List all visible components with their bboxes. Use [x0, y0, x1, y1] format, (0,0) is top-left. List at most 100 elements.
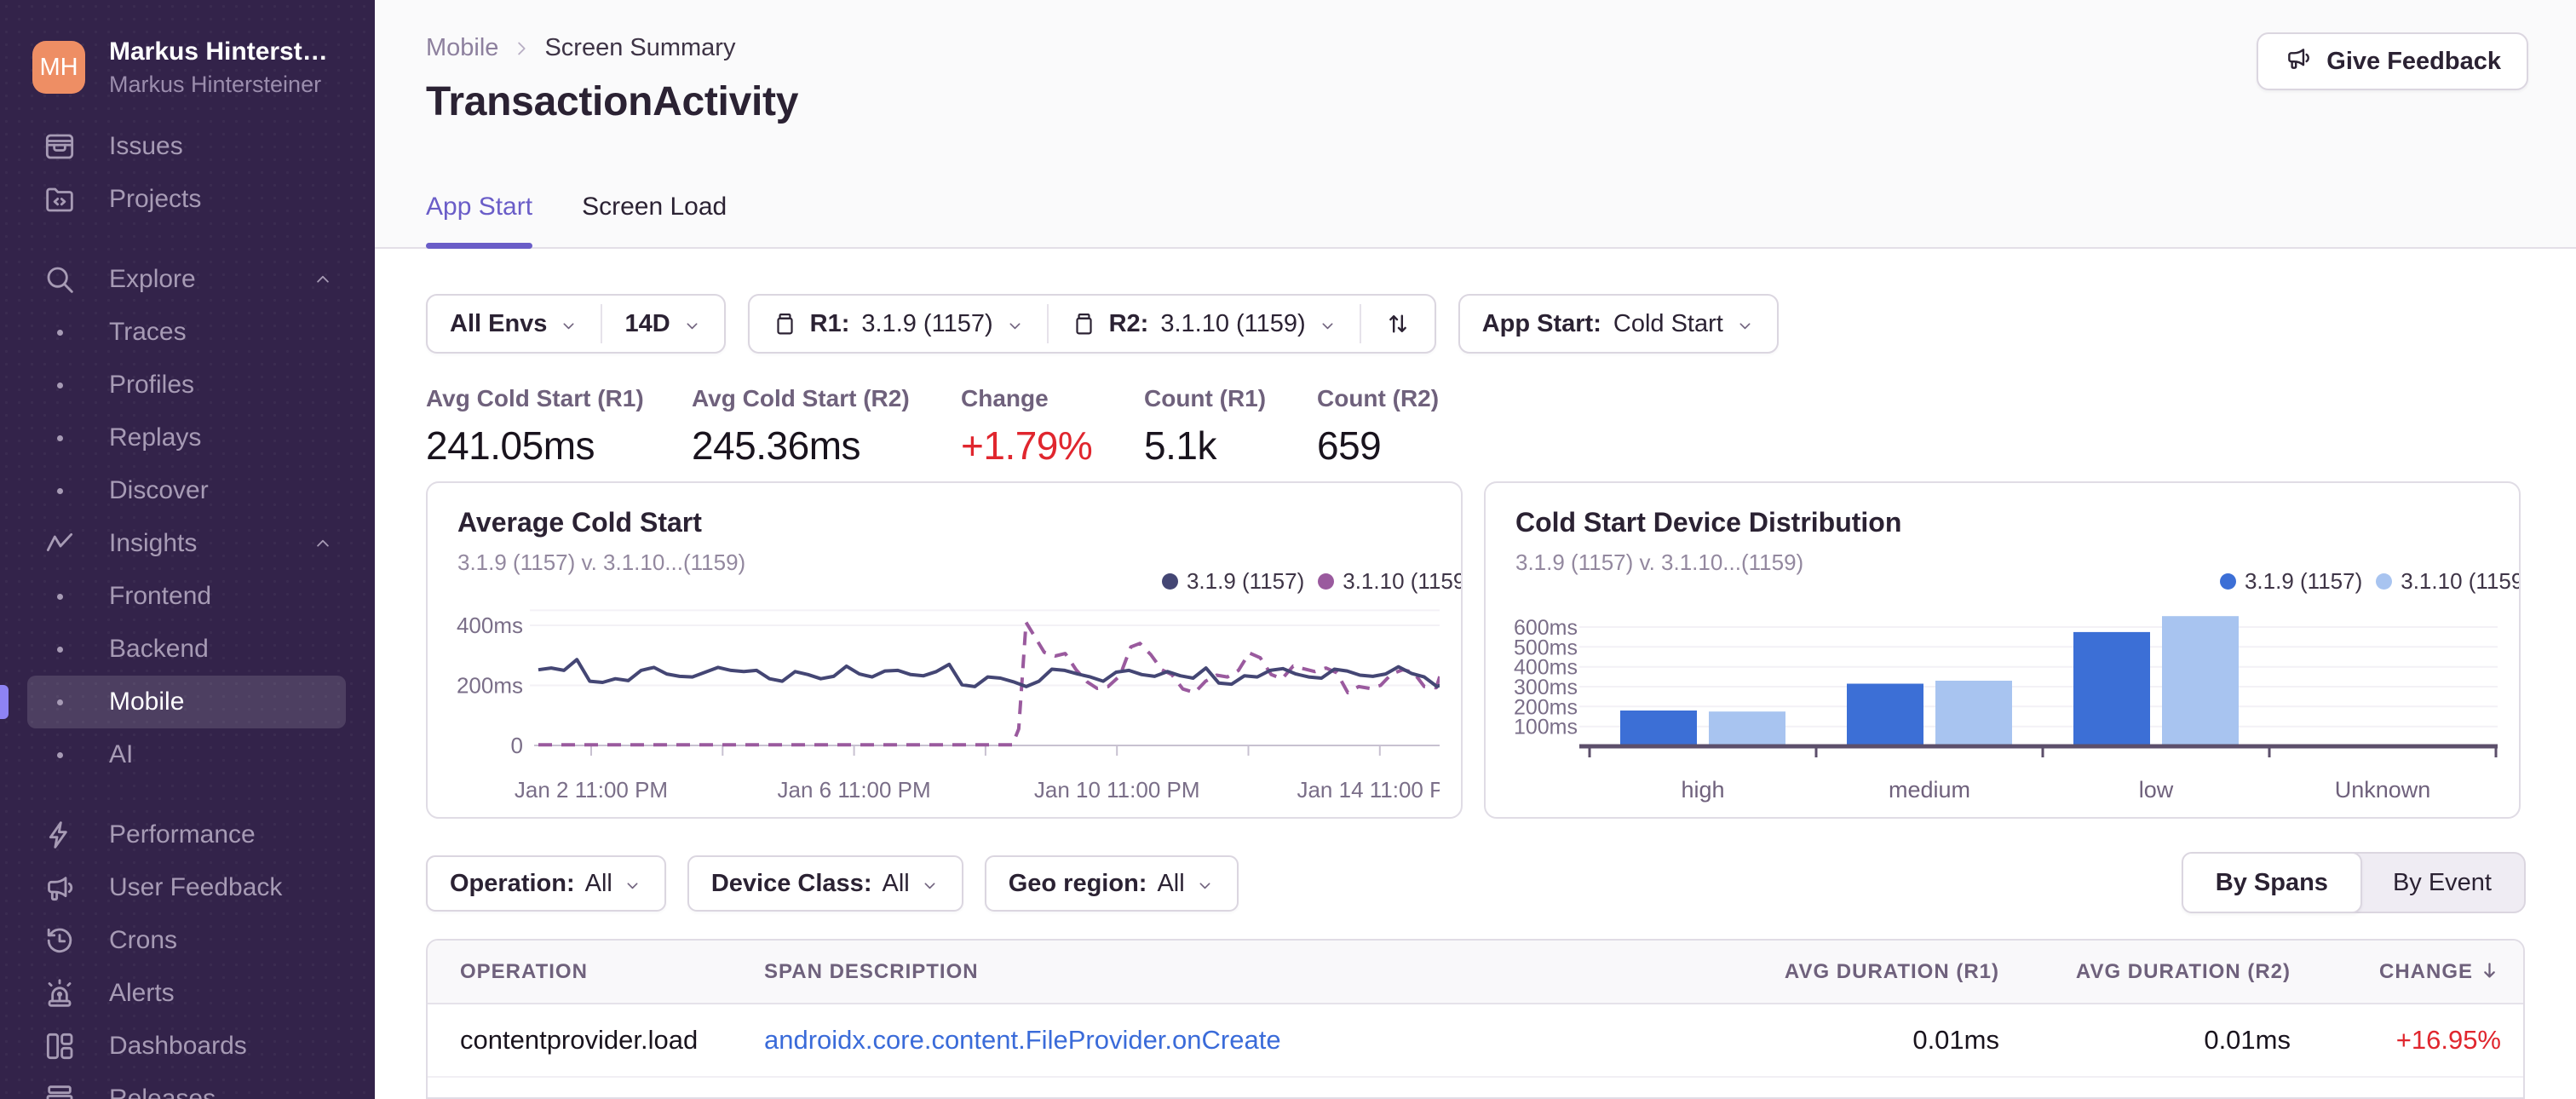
megaphone-icon — [2284, 43, 2313, 79]
sidebar-item-discover[interactable]: Discover — [27, 464, 346, 517]
sidebar-item-label: AI — [109, 740, 134, 768]
swap-releases-button[interactable] — [1361, 296, 1435, 352]
sidebar-item-crons[interactable]: Crons — [27, 914, 346, 967]
give-feedback-button[interactable]: Give Feedback — [2257, 32, 2528, 90]
table-row: contentprovider.load androidx.core.conten… — [428, 1004, 2523, 1078]
sidebar-item-replays[interactable]: Replays — [27, 411, 346, 464]
release-icon — [772, 311, 798, 337]
breadcrumb-screen-summary: Screen Summary — [544, 34, 736, 61]
sidebar-item-dashboards[interactable]: Dashboards — [27, 1020, 346, 1073]
sidebar-item-performance[interactable]: Performance — [27, 808, 346, 861]
sidebar-item-mobile[interactable]: Mobile — [0, 676, 346, 728]
tab-app-start[interactable]: App Start — [426, 193, 533, 249]
svg-text:Unknown: Unknown — [2335, 777, 2431, 803]
chart-subtitle: 3.1.9 (1157) v. 3.1.10...(1159) — [1515, 550, 1804, 575]
chevron-down-icon — [559, 314, 578, 334]
column-header-avg-duration-r2-[interactable]: AVG DURATION (R2) — [1999, 941, 2291, 1004]
span-description-link[interactable]: androidx.core.content.FileProvider.onCre… — [764, 1025, 1281, 1055]
active-item-indicator — [0, 685, 9, 719]
device-class--filter[interactable]: Device Class: All — [687, 855, 963, 912]
sidebar-item-projects[interactable]: Projects — [27, 173, 346, 226]
sidebar-item-label: User Feedback — [109, 873, 283, 901]
lightning-icon — [43, 818, 77, 852]
column-header-change[interactable]: CHANGE — [2291, 941, 2523, 1004]
sidebar-item-label: Mobile — [109, 688, 185, 716]
sidebar-item-label: Explore — [109, 265, 196, 293]
filter-value: All — [584, 869, 612, 897]
breadcrumb: Mobile Screen Summary — [426, 34, 735, 62]
stat-value: 659 — [1317, 423, 1382, 468]
app-start-type-group: App Start: Cold Start — [1458, 294, 1779, 354]
sidebar-item-label: Frontend — [109, 582, 212, 610]
column-header-operation[interactable]: OPERATION — [428, 941, 764, 1004]
insights-icon — [43, 526, 77, 561]
siren-icon — [43, 976, 77, 1010]
chevron-down-icon — [1735, 314, 1755, 334]
svg-text:Jan 10 11:00 PM: Jan 10 11:00 PM — [1034, 777, 1200, 803]
chevron-up-icon — [312, 532, 334, 555]
env-period-group: All Envs 14D — [426, 294, 726, 354]
sidebar-nav: Issues Projects Explore Traces Profiles Repla… — [0, 120, 375, 1099]
sidebar-item-label: Issues — [109, 132, 183, 160]
release-r2-filter[interactable]: R2: 3.1.10 (1159) — [1049, 296, 1360, 352]
geo-region--filter[interactable]: Geo region: All — [984, 855, 1239, 912]
sidebar-item-label: Crons — [109, 926, 178, 954]
stat-value: 5.1k — [1144, 423, 1216, 468]
bullet-icon — [43, 421, 77, 455]
release-icon — [1071, 311, 1097, 337]
legend-item-3-1-10-1159-[interactable]: 3.1.10 (1159) — [1318, 568, 1461, 595]
legend-dot-icon — [2376, 573, 2393, 590]
avatar: MH — [32, 41, 85, 94]
sidebar-item-label: Backend — [109, 635, 209, 663]
period-filter[interactable]: 14D — [602, 296, 723, 352]
release-r1-filter[interactable]: R1: 3.1.9 (1157) — [750, 296, 1047, 352]
svg-text:200ms: 200ms — [457, 673, 523, 699]
sidebar-item-explore[interactable]: Explore — [27, 253, 346, 306]
sidebar-item-ai[interactable]: AI — [27, 728, 346, 781]
r2-value: 3.1.10 (1159) — [1160, 309, 1306, 337]
sidebar-item-releases[interactable]: Releases — [27, 1073, 346, 1099]
operation-cell: contentprovider.load — [428, 1004, 764, 1078]
toggle-by-spans[interactable]: By Spans — [2181, 852, 2362, 913]
env-filter-label: All Envs — [450, 309, 548, 337]
sidebar-item-alerts[interactable]: Alerts — [27, 967, 346, 1020]
sidebar-item-frontend[interactable]: Frontend — [27, 570, 346, 623]
user-name: Markus Hinterst… — [109, 37, 328, 66]
sidebar-item-profiles[interactable]: Profiles — [27, 359, 346, 411]
sidebar: MH Markus Hinterst… Markus Hintersteiner… — [0, 0, 375, 1099]
user-menu[interactable]: MH Markus Hinterst… Markus Hintersteiner — [0, 0, 375, 102]
legend-item-3-1-9-1157-[interactable]: 3.1.9 (1157) — [1161, 568, 1304, 595]
megaphone-icon — [43, 871, 77, 905]
sidebar-item-user-feedback[interactable]: User Feedback — [27, 861, 346, 914]
line-chart[interactable]: 400ms 200ms 0 Jan 2 11:00 PM Jan 6 11:00 PM J… — [453, 596, 1461, 810]
svg-text:Jan 14 11:00 PM: Jan 14 11:00 PM — [1297, 777, 1440, 803]
chevron-down-icon — [1005, 314, 1025, 334]
stat-avg-cold-start-r1-: Avg Cold Start (R1) 241.05ms — [426, 385, 692, 469]
stat-label: Count (R1) — [1144, 385, 1267, 411]
view-toggle: By Spans By Event — [2181, 852, 2526, 913]
sidebar-item-insights[interactable]: Insights — [27, 517, 346, 570]
legend-item-3-1-10-1159-[interactable]: 3.1.10 (1159) — [2376, 568, 2519, 595]
sidebar-item-issues[interactable]: Issues — [27, 120, 346, 173]
tab-screen-load[interactable]: Screen Load — [582, 193, 727, 247]
column-header-span-description[interactable]: SPAN DESCRIPTION — [764, 941, 1714, 1004]
chevron-down-icon — [623, 874, 642, 894]
bar-chart[interactable]: 600ms 500ms 400ms 300ms 200ms 100ms high medium… — [1511, 596, 2498, 810]
svg-text:100ms: 100ms — [1514, 716, 1578, 739]
sidebar-item-label: Dashboards — [109, 1032, 247, 1060]
sidebar-item-backend[interactable]: Backend — [27, 623, 346, 676]
sidebar-item-traces[interactable]: Traces — [27, 306, 346, 359]
releases-icon — [43, 1082, 77, 1099]
breadcrumb-mobile[interactable]: Mobile — [426, 34, 498, 62]
operation--filter[interactable]: Operation: All — [426, 855, 666, 912]
column-header-avg-duration-r1-[interactable]: AVG DURATION (R1) — [1714, 941, 1999, 1004]
env-filter[interactable]: All Envs — [428, 296, 601, 352]
bullet-icon — [43, 579, 77, 613]
stat-change: Change +1.79% — [961, 385, 1144, 469]
legend-item-3-1-9-1157-[interactable]: 3.1.9 (1157) — [2219, 568, 2362, 595]
stat-count-r2-: Count (R2) 659 — [1317, 385, 1439, 469]
app-start-type-filter[interactable]: App Start: Cold Start — [1460, 296, 1777, 352]
bullet-icon — [43, 315, 77, 349]
toggle-by-event[interactable]: By Event — [2360, 854, 2524, 912]
avg-duration-r2-cell: 0.01ms — [1999, 1004, 2291, 1078]
